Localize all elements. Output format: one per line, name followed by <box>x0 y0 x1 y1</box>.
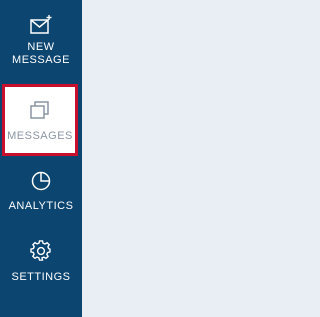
sidebar-item-messages[interactable]: MESSAGES <box>2 84 78 156</box>
envelope-plus-icon <box>28 14 54 36</box>
sidebar-item-settings[interactable]: SETTINGS <box>0 240 82 284</box>
sidebar-item-label: ANALYTICS <box>8 200 74 212</box>
gear-icon <box>30 240 52 262</box>
sidebar: NEW MESSAGE MESSAGES ANALYTICS SETTINGS <box>0 0 82 317</box>
sidebar-item-label: SETTINGS <box>11 271 71 283</box>
sidebar-item-analytics[interactable]: ANALYTICS <box>0 170 82 213</box>
sidebar-item-label: MESSAGES <box>7 130 73 142</box>
main-content-area <box>82 0 250 317</box>
stacked-squares-icon <box>29 87 51 120</box>
pie-chart-icon <box>30 170 52 192</box>
sidebar-item-label: NEW MESSAGE <box>12 41 70 66</box>
app-window: NEW MESSAGE MESSAGES ANALYTICS SETTINGS <box>0 0 250 317</box>
sidebar-item-new-message[interactable]: NEW MESSAGE <box>0 14 82 67</box>
